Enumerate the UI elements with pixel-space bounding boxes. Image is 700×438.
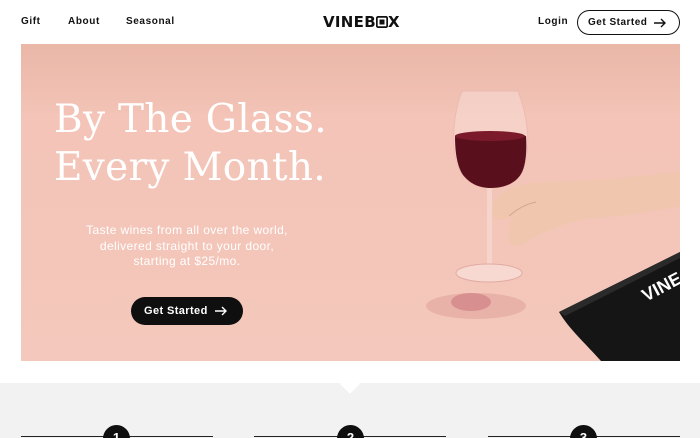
step-number-badge-1: 1 [103, 425, 130, 438]
hero-get-started-label: Get Started [144, 305, 208, 317]
nav-link-gift[interactable]: Gift [21, 16, 41, 27]
nav-link-about[interactable]: About [68, 16, 100, 27]
nav-link-seasonal[interactable]: Seasonal [126, 16, 175, 27]
logo-o-box-icon [375, 15, 389, 29]
step-number-badge-3: 3 [570, 425, 597, 438]
vinebox-logo[interactable]: VINEB X [323, 13, 400, 31]
header-get-started-button[interactable]: Get Started [577, 10, 680, 35]
hero-title-line-1: By The Glass. [54, 97, 327, 142]
step-number-badge-2: 2 [337, 425, 364, 438]
hero-subtitle: Taste wines from all over the world, del… [73, 223, 301, 270]
hero-subtitle-line-2: delivered straight to your door, [99, 238, 275, 253]
login-link[interactable]: Login [538, 16, 568, 27]
hero-subtitle-line-3: starting at $25/mo. [133, 254, 241, 268]
logo-text: VINEB [323, 13, 376, 31]
site-header: Gift About Seasonal VINEB X Login Get Sta… [0, 0, 700, 44]
hero-get-started-button[interactable]: Get Started [131, 297, 243, 325]
hero-subtitle-line-1: Taste wines from all over the world, [86, 223, 288, 237]
hero-banner: VINE By The Glass. Every Month. Taste wi… [21, 44, 680, 361]
header-get-started-label: Get Started [588, 17, 648, 28]
arrow-right-icon [654, 18, 666, 28]
wine-glass-photo: VINE [426, 90, 680, 361]
hero-title-line-2: Every Month. [54, 145, 326, 190]
logo-text-end: X [387, 13, 400, 31]
arrow-right-icon [215, 306, 227, 316]
hero-title: By The Glass. Every Month. [54, 96, 327, 192]
